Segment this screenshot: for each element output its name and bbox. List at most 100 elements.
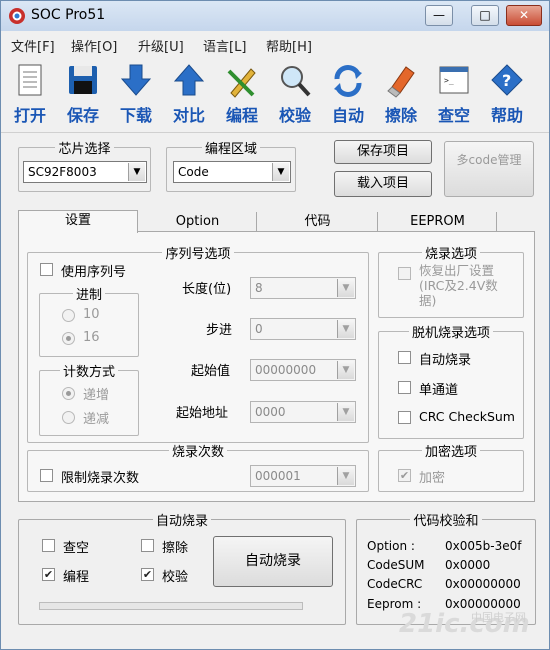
start-value-value: 00000000: [255, 363, 317, 377]
offline-auto-burn-checkbox[interactable]: [398, 351, 411, 364]
toolbar-program-label: 编程: [225, 106, 258, 125]
save-disk-icon: [69, 66, 97, 94]
toolbar-open-label: 打开: [13, 106, 46, 125]
chevron-down-icon[interactable]: ▼: [337, 320, 354, 338]
use-serial-checkbox[interactable]: [40, 263, 53, 276]
auto-blank-check-label: 查空: [63, 541, 90, 556]
auto-verify-label: 校验: [162, 570, 189, 585]
minimize-button[interactable]: —: [425, 5, 453, 26]
toolbar-compare-button[interactable]: 对比: [164, 63, 214, 129]
restore-factory-checkbox[interactable]: [398, 267, 411, 280]
chevron-down-icon[interactable]: ▼: [337, 279, 354, 297]
limit-burn-count-checkbox[interactable]: [40, 469, 53, 482]
menu-operate[interactable]: 操作[O]: [71, 36, 117, 55]
encrypt-checkbox[interactable]: ✔: [398, 469, 411, 482]
decrement-radio[interactable]: [62, 411, 75, 424]
app-window: SOC Pro51 — □ ✕ 文件[F] 操作[O] 升级[U] 语言[L] …: [0, 0, 550, 650]
program-area-value: Code: [178, 165, 209, 179]
tab-option[interactable]: Option: [139, 212, 257, 232]
step-combo[interactable]: 0 ▼: [250, 318, 356, 340]
single-channel-checkbox[interactable]: [398, 381, 411, 394]
chevron-down-icon[interactable]: ▼: [272, 163, 289, 181]
title-bar: SOC Pro51 — □ ✕: [1, 1, 549, 31]
chip-select-combo[interactable]: SC92F8003 ▼: [23, 161, 147, 183]
program-area-combo[interactable]: Code ▼: [173, 161, 291, 183]
base-group: 进制: [39, 288, 139, 357]
increment-label: 递增: [83, 388, 110, 403]
svg-text:?: ?: [502, 71, 511, 90]
chevron-down-icon[interactable]: ▼: [337, 467, 354, 485]
menu-file[interactable]: 文件[F]: [11, 36, 55, 55]
auto-verify-checkbox[interactable]: ✔: [141, 568, 154, 581]
toolbar-verify-button[interactable]: 校验: [270, 63, 320, 129]
toolbar-erase-label: 擦除: [384, 106, 417, 125]
multi-code-button[interactable]: 多code管理: [444, 141, 534, 197]
checksum-codesum-key: CodeSUM: [367, 558, 425, 572]
base-16-radio[interactable]: [62, 332, 75, 345]
auto-program-checkbox[interactable]: ✔: [42, 568, 55, 581]
auto-program-label: 编程: [63, 570, 90, 585]
auto-blank-check-checkbox[interactable]: [42, 539, 55, 552]
decrement-label: 递减: [83, 412, 110, 427]
chip-select-title: 芯片选择: [55, 142, 114, 157]
blank-check-icon: >_: [439, 66, 469, 94]
load-project-button[interactable]: 载入项目: [334, 171, 432, 197]
start-value-combo[interactable]: 00000000 ▼: [250, 359, 356, 381]
open-file-icon: [18, 64, 42, 96]
erase-eraser-icon: [387, 66, 415, 98]
toolbar-program-button[interactable]: 编程: [217, 63, 267, 129]
step-label: 步进: [206, 323, 233, 338]
checksum-codecrc-key: CodeCRC: [367, 577, 423, 591]
window-title: SOC Pro51: [31, 7, 106, 23]
chevron-down-icon[interactable]: ▼: [337, 403, 354, 421]
tab-settings[interactable]: 设置: [18, 210, 138, 233]
toolbar-auto-button[interactable]: 自动: [323, 63, 373, 129]
tab-eeprom[interactable]: EEPROM: [379, 212, 497, 232]
toolbar-download-label: 下载: [119, 106, 152, 125]
start-address-value: 0000: [255, 405, 286, 419]
length-label: 长度(位): [182, 282, 232, 297]
auto-erase-checkbox[interactable]: [141, 539, 154, 552]
limit-burn-count-label: 限制烧录次数: [61, 471, 140, 486]
menu-language[interactable]: 语言[L]: [203, 36, 246, 55]
close-button[interactable]: ✕: [506, 5, 542, 26]
help-question-icon: ?: [491, 64, 523, 96]
chevron-down-icon[interactable]: ▼: [337, 361, 354, 379]
toolbar-help-button[interactable]: ? 帮助: [482, 63, 532, 129]
auto-burn-button[interactable]: 自动烧录: [213, 536, 333, 587]
compare-arrow-icon: [173, 64, 205, 96]
maximize-button[interactable]: □: [471, 5, 499, 26]
toolbar-open-button[interactable]: 打开: [5, 63, 55, 129]
crc-checksum-label: CRC CheckSum: [419, 409, 515, 424]
menu-bar: 文件[F] 操作[O] 升级[U] 语言[L] 帮助[H]: [1, 32, 549, 56]
length-value: 8: [255, 281, 263, 295]
toolbar-help-label: 帮助: [490, 106, 523, 125]
start-address-combo[interactable]: 0000 ▼: [250, 401, 356, 423]
chevron-down-icon[interactable]: ▼: [128, 163, 145, 181]
burn-options-title: 烧录选项: [421, 247, 480, 262]
base-16-label: 16: [83, 330, 100, 345]
offline-auto-burn-label: 自动烧录: [419, 353, 472, 368]
base-10-radio[interactable]: [62, 309, 75, 322]
burn-count-combo[interactable]: 000001 ▼: [250, 465, 356, 487]
crc-checksum-checkbox[interactable]: [398, 411, 411, 424]
menu-upgrade[interactable]: 升级[U]: [138, 36, 184, 55]
base-title: 进制: [72, 288, 105, 303]
program-pencil-icon: [227, 68, 256, 98]
count-mode-title: 计数方式: [59, 365, 118, 380]
menu-help[interactable]: 帮助[H]: [266, 36, 312, 55]
start-address-label: 起始地址: [176, 406, 229, 421]
save-project-button[interactable]: 保存项目: [334, 140, 432, 164]
toolbar-download-button[interactable]: 下载: [111, 63, 161, 129]
toolbar-erase-button[interactable]: 擦除: [376, 63, 426, 129]
serial-options-title: 序列号选项: [162, 247, 234, 262]
toolbar-save-label: 保存: [66, 106, 99, 125]
svg-text:>_: >_: [444, 76, 454, 85]
toolbar-save-button[interactable]: 保存: [58, 63, 108, 129]
increment-radio[interactable]: [62, 387, 75, 400]
length-combo[interactable]: 8 ▼: [250, 277, 356, 299]
toolbar-blank-check-button[interactable]: >_ 查空: [429, 63, 479, 129]
encrypt-label: 加密: [419, 471, 446, 486]
tab-code[interactable]: 代码: [258, 212, 378, 232]
burn-count-value: 000001: [255, 469, 301, 483]
